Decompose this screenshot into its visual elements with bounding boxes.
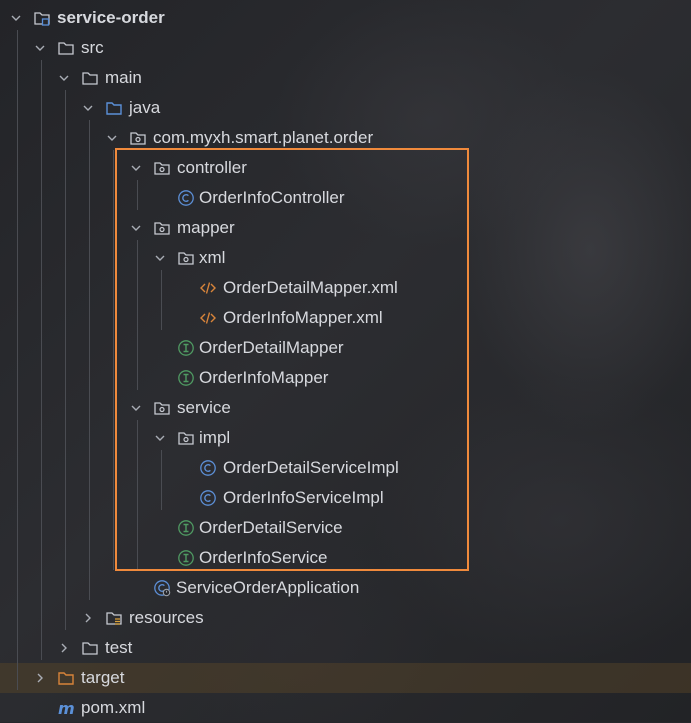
tree-row-test[interactable]: test xyxy=(0,633,691,663)
tree-guide-line xyxy=(89,120,90,600)
folder-icon xyxy=(81,639,99,657)
tree-guide-line xyxy=(113,150,114,570)
chevron-right-icon[interactable] xyxy=(33,671,47,685)
tree-row-service-order[interactable]: service-order xyxy=(0,3,691,33)
chevron-right-icon[interactable] xyxy=(81,611,95,625)
tree-label: target xyxy=(81,668,125,687)
tree-label: main xyxy=(105,68,142,87)
tree-row-java[interactable]: java xyxy=(0,93,691,123)
tree-label: resources xyxy=(129,608,204,627)
tree-label: test xyxy=(105,638,133,657)
module-folder-icon xyxy=(33,9,51,27)
chevron-down-icon[interactable] xyxy=(105,131,119,145)
chevron-down-icon[interactable] xyxy=(81,101,95,115)
tree-row-main[interactable]: main xyxy=(0,63,691,93)
package-icon xyxy=(129,129,147,147)
excluded-folder-icon xyxy=(57,669,75,687)
chevron-down-icon[interactable] xyxy=(9,11,23,25)
folder-icon xyxy=(81,69,99,87)
tree-row-target[interactable]: target xyxy=(0,663,691,693)
tree-row-resources[interactable]: resources xyxy=(0,603,691,633)
tree-guide-line xyxy=(65,90,66,630)
tree-guide-line xyxy=(41,60,42,660)
spring-boot-class-icon xyxy=(153,579,171,597)
chevron-down-icon[interactable] xyxy=(57,71,71,85)
tree-row-service-order-application[interactable]: ServiceOrderApplication xyxy=(0,573,691,603)
chevron-right-icon[interactable] xyxy=(57,641,71,655)
project-tree: service-order src main java com.myxh.sma… xyxy=(0,0,691,722)
svg-text:m: m xyxy=(58,699,75,717)
highlight-box xyxy=(115,148,469,571)
tree-label: pom.xml xyxy=(81,698,146,717)
tree-label: ServiceOrderApplication xyxy=(176,578,360,597)
tree-row-src[interactable]: src xyxy=(0,33,691,63)
tree-guide-line xyxy=(17,30,18,690)
resources-folder-icon xyxy=(105,609,123,627)
folder-icon xyxy=(57,39,75,57)
maven-icon: m xyxy=(57,699,75,717)
tree-label: service-order xyxy=(57,8,165,27)
tree-label: src xyxy=(81,38,104,57)
source-folder-icon xyxy=(105,99,123,117)
tree-label: java xyxy=(129,98,161,117)
chevron-down-icon[interactable] xyxy=(33,41,47,55)
tree-row-pom[interactable]: m pom.xml xyxy=(0,693,691,723)
